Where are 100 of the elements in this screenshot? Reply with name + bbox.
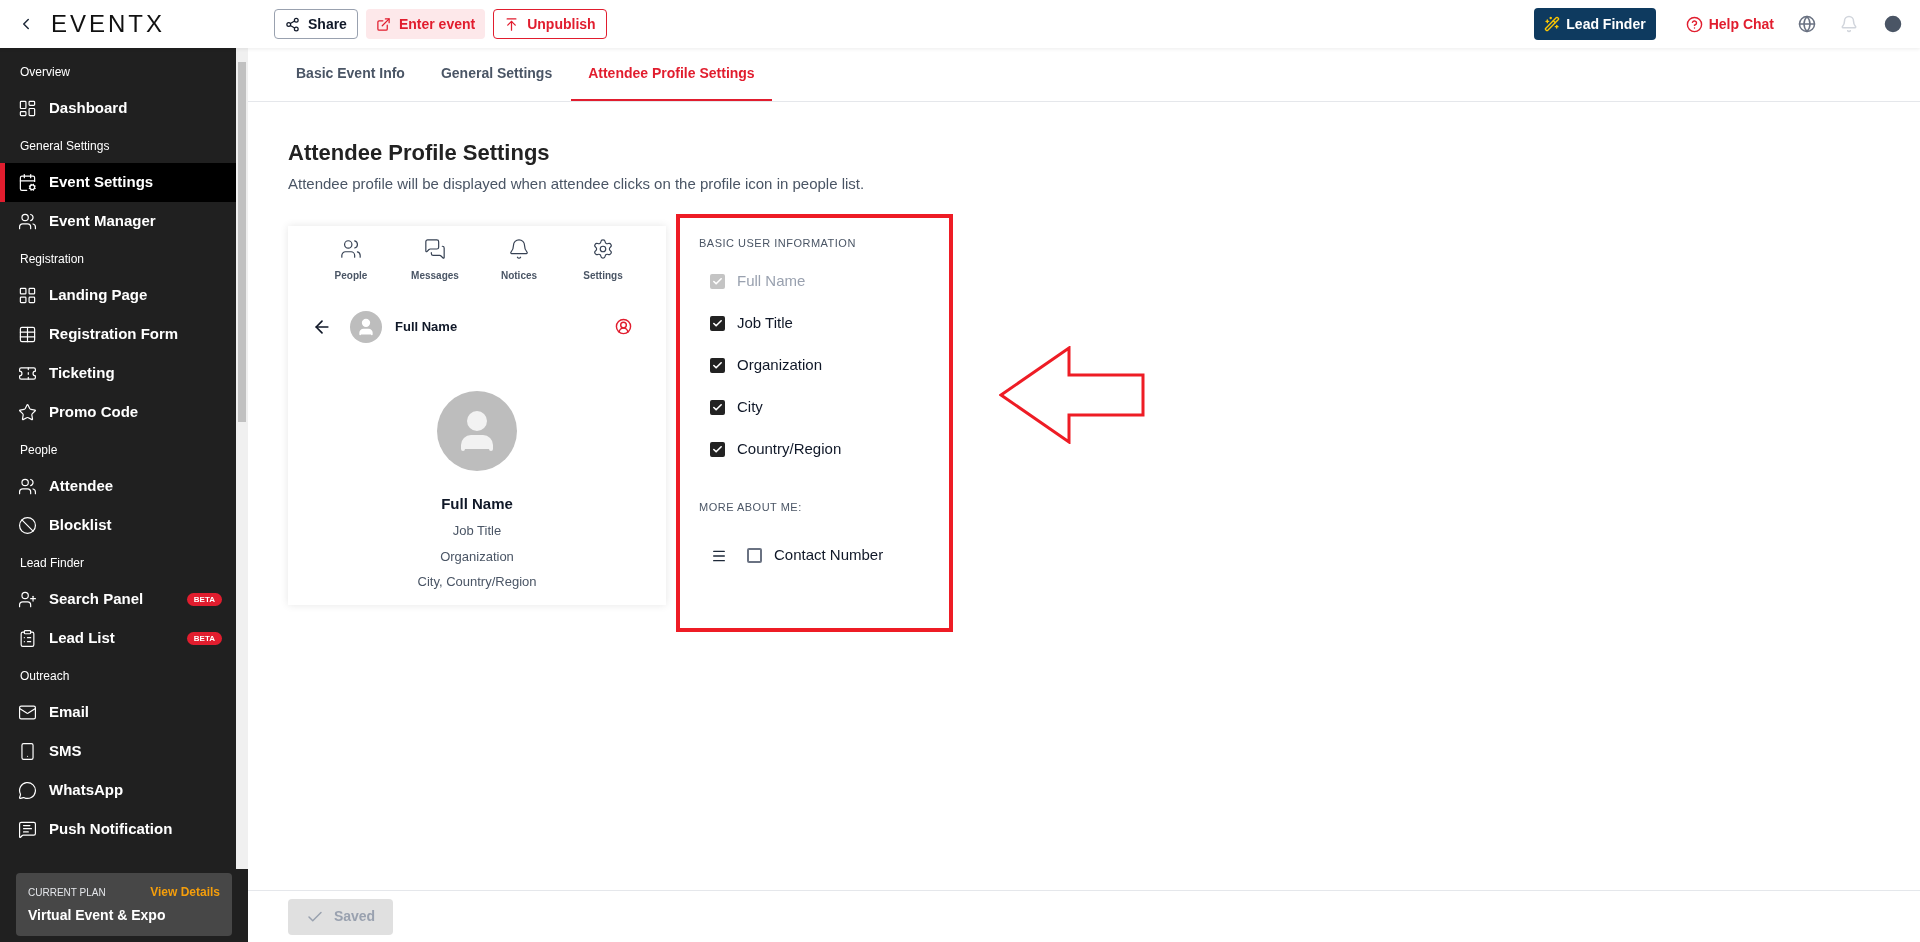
sidebar-label: Ticketing <box>49 363 115 384</box>
message-icon <box>18 820 37 839</box>
checkbox[interactable] <box>710 357 725 373</box>
action-button[interactable]: Share <box>274 9 358 39</box>
people-icon <box>18 477 37 496</box>
sidebar-label: Event Manager <box>49 211 156 232</box>
settings-icon <box>592 237 614 260</box>
action-button[interactable]: Unpublish <box>493 9 607 39</box>
sidebar-item[interactable]: WhatsApp <box>0 771 236 810</box>
scrollbar[interactable] <box>236 48 248 869</box>
check-icon <box>712 359 723 371</box>
option-label: Contact Number <box>774 545 884 566</box>
sidebar-item[interactable]: Event Settings <box>0 163 236 202</box>
globe-icon[interactable] <box>1798 15 1816 33</box>
check-icon <box>712 317 723 329</box>
sidebar-item[interactable]: Attendee <box>0 467 236 506</box>
share-icon <box>285 16 300 32</box>
avatar-icon <box>350 310 382 343</box>
option-label: Full Name <box>737 270 806 291</box>
option-label: Organization <box>737 354 823 375</box>
preview-detail: City, Country/Region <box>417 573 537 591</box>
view-details-link[interactable]: View Details <box>150 883 220 901</box>
sidebar-label: Landing Page <box>49 285 148 306</box>
sidebar-label: Push Notification <box>49 819 173 840</box>
tab[interactable]: Attendee Profile Settings <box>571 47 772 101</box>
section-heading: MORE ABOUT ME: <box>699 500 803 515</box>
option-label: Country/Region <box>737 438 842 459</box>
user-plus-icon <box>18 590 37 609</box>
sidebar-item[interactable]: Search Panel BETA <box>0 580 236 619</box>
sidebar-label: Attendee <box>49 476 114 497</box>
sidebar-item[interactable]: Ticketing <box>0 354 236 393</box>
tab[interactable]: Basic Event Info <box>279 47 422 101</box>
action-button[interactable]: Enter event <box>365 9 486 39</box>
sidebar-label: Blocklist <box>49 515 112 536</box>
lead-finder-button[interactable]: Lead Finder <box>1534 8 1656 40</box>
dashboard-icon <box>18 99 37 118</box>
check-icon <box>712 443 723 455</box>
section-title: Overview <box>19 63 71 81</box>
beta-badge: BETA <box>186 593 222 606</box>
section-title: Registration <box>19 250 86 268</box>
section-title: People <box>19 441 59 459</box>
section-title: Lead Finder <box>19 554 86 572</box>
ticket-icon <box>18 364 37 383</box>
mail-icon <box>18 703 37 722</box>
chat-bubble-icon <box>18 781 37 800</box>
preview-nav-label: Messages <box>411 268 459 283</box>
page-subtitle: Attendee profile will be displayed when attendee clicks on the profile icon in people list. <box>288 174 866 194</box>
phone-icon <box>18 742 37 761</box>
sidebar-label: Email <box>49 702 90 723</box>
grid-icon <box>18 286 37 305</box>
sidebar-item[interactable]: Push Notification <box>0 810 236 849</box>
people-icon <box>340 237 362 260</box>
plan-name: Virtual Event & Expo <box>28 906 167 925</box>
sidebar-item[interactable]: Email <box>0 693 236 732</box>
option-label: Job Title <box>737 312 793 333</box>
page-title: Attendee Profile Settings <box>288 139 551 167</box>
sidebar-item[interactable]: Dashboard <box>0 89 236 128</box>
sidebar-label: SMS <box>49 741 82 762</box>
star-icon <box>18 403 37 422</box>
help-chat-link[interactable]: Help Chat <box>1685 13 1774 35</box>
preview-header-name: Full Name <box>395 317 458 336</box>
checkbox[interactable] <box>747 548 762 563</box>
sidebar-label: Dashboard <box>49 98 128 119</box>
bell-icon <box>508 237 530 260</box>
section-title: Outreach <box>19 667 71 685</box>
sidebar-item[interactable]: Lead List BETA <box>0 619 236 658</box>
preview-nav-label: Settings <box>583 268 623 283</box>
sidebar-item[interactable]: Registration Form <box>0 315 236 354</box>
check-icon <box>712 401 723 413</box>
block-icon <box>18 516 37 535</box>
plan-caption: CURRENT PLAN <box>28 885 106 900</box>
preview-detail: Job Title <box>452 522 502 540</box>
checkbox[interactable] <box>710 441 725 457</box>
preview-nav-label: Notices <box>500 268 538 283</box>
checkbox[interactable] <box>710 399 725 415</box>
sidebar-item[interactable]: SMS <box>0 732 236 771</box>
people-icon <box>18 212 37 231</box>
sidebar-label: Search Panel <box>49 589 144 610</box>
messages-icon <box>424 237 446 260</box>
logo: EVENTX <box>51 9 167 39</box>
preview-name: Full Name <box>441 493 513 514</box>
tab[interactable]: General Settings <box>423 47 570 101</box>
sidebar-label: Registration Form <box>49 324 179 345</box>
sidebar-item[interactable]: Landing Page <box>0 276 236 315</box>
check-icon <box>712 275 723 287</box>
profile-icon <box>615 318 632 335</box>
sidebar-label: Promo Code <box>49 402 139 423</box>
magic-wand-icon <box>1544 16 1561 32</box>
sidebar-label: WhatsApp <box>49 780 124 801</box>
table-icon <box>18 325 37 344</box>
list-icon <box>18 629 37 648</box>
help-icon <box>1685 15 1703 33</box>
option-label: City <box>737 396 763 417</box>
sidebar-item[interactable]: Event Manager <box>0 202 236 241</box>
sidebar-item[interactable]: Promo Code <box>0 393 236 432</box>
sidebar-item[interactable]: Blocklist <box>0 506 236 545</box>
checkbox[interactable] <box>710 315 725 331</box>
section-title: General Settings <box>19 137 111 155</box>
beta-badge: BETA <box>186 632 222 645</box>
section-heading: BASIC USER INFORMATION <box>699 235 857 251</box>
